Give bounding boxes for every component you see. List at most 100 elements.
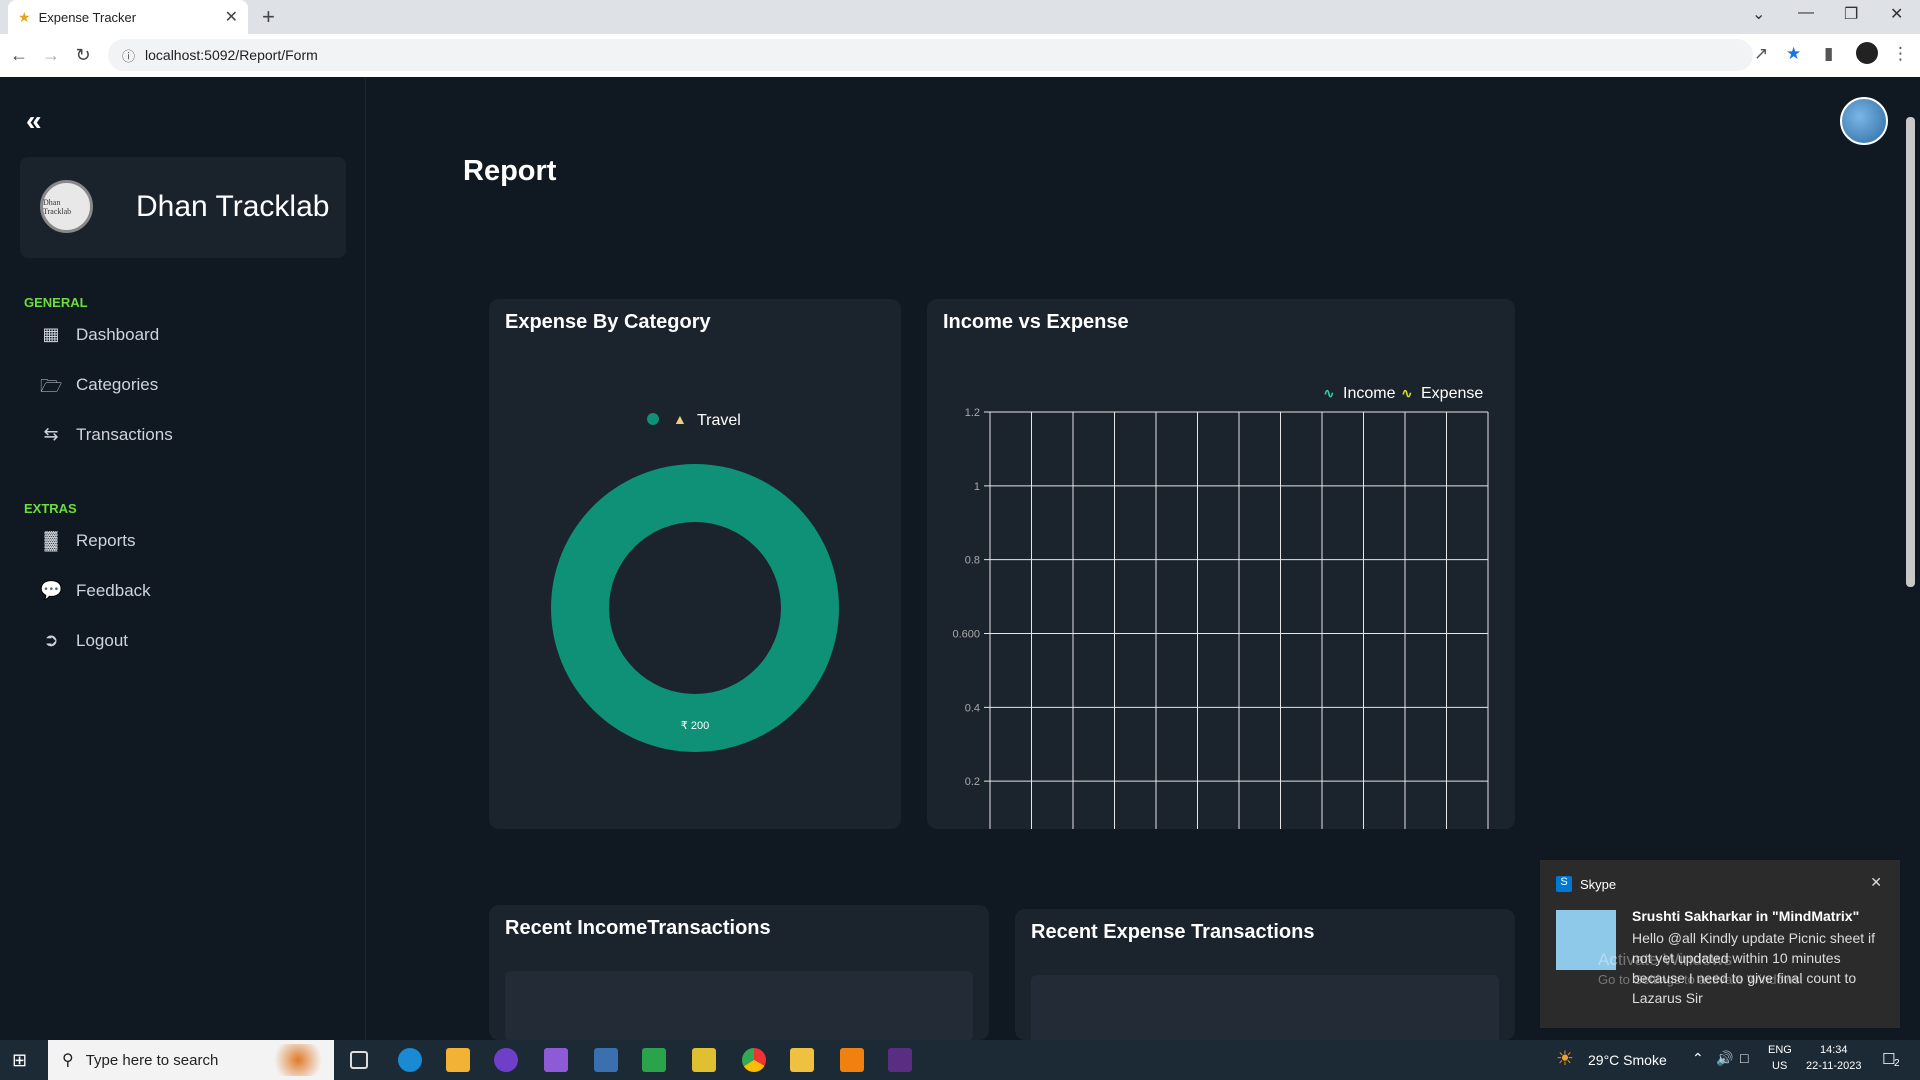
windows-start-icon[interactable]: ⊞: [12, 1050, 27, 1071]
y-tick-label: 0.600: [952, 629, 980, 641]
file-explorer-icon[interactable]: [790, 1048, 814, 1072]
page-title: Report: [463, 155, 557, 187]
sidebar: « Dhan Tracklab Dhan Tracklab GENERAL ▦ …: [0, 77, 366, 1040]
legend-marker: [647, 413, 659, 425]
back-icon[interactable]: ←: [6, 45, 32, 66]
legend-label-expense[interactable]: Expense: [1421, 385, 1483, 402]
sidebar-item-label: Categories: [76, 375, 159, 394]
y-tick-label: 1.2: [965, 407, 980, 419]
remote-desktop-icon[interactable]: [594, 1048, 618, 1072]
card-title: Recent Expense Transactions: [1031, 921, 1315, 943]
weather-icon: ☀: [1556, 1048, 1574, 1070]
collapse-sidebar-icon[interactable]: «: [26, 105, 42, 137]
folder-icon: 🗁: [40, 376, 63, 396]
tab-title: Expense Tracker: [38, 9, 137, 25]
expense-table: [1031, 975, 1499, 1045]
donut-chart: ▲ Travel ₹ 200: [551, 411, 839, 752]
task-view-icon[interactable]: [350, 1051, 368, 1069]
address-bar-row: ← → ↻ ⓘ localhost:5092/Report/Form ↗ ★ ▮…: [0, 34, 1920, 77]
close-toast-icon[interactable]: ✕: [1870, 874, 1882, 891]
sidebar-item-logout[interactable]: ➲ Logout: [40, 630, 128, 652]
section-extras: EXTRAS: [24, 501, 77, 516]
toast-sender: Srushti Sakharkar in "MindMatrix": [1632, 908, 1860, 924]
browser-tab[interactable]: ★ Expense Tracker ✕: [8, 0, 248, 34]
new-tab-button[interactable]: +: [262, 4, 275, 30]
restore-button[interactable]: ❐: [1844, 4, 1858, 24]
forward-icon[interactable]: →: [38, 45, 64, 66]
favicon-icon: ★: [18, 8, 31, 25]
legend-label-travel[interactable]: Travel: [697, 412, 741, 429]
scrollbar-thumb[interactable]: [1906, 117, 1915, 587]
chrome-icon[interactable]: [742, 1048, 766, 1072]
taskbar-search-box[interactable]: ⚲ Type here to search: [48, 1040, 334, 1080]
vlc-icon[interactable]: [840, 1048, 864, 1072]
info-icon[interactable]: ⓘ: [122, 46, 135, 65]
calendar-icon: ▦: [42, 324, 60, 344]
notepad-icon[interactable]: [642, 1048, 666, 1072]
sidebar-item-label: Dashboard: [76, 325, 160, 344]
sidebar-item-reports[interactable]: ▓ Reports: [40, 530, 136, 552]
clock-date[interactable]: 22-11-2023: [1806, 1060, 1861, 1072]
snipping-tool-icon[interactable]: [692, 1048, 716, 1072]
sidebar-item-categories[interactable]: 🗁 Categories: [40, 374, 158, 396]
taskbar-search-placeholder: Type here to search: [85, 1051, 219, 1069]
brand-logo: Dhan Tracklab: [40, 180, 93, 233]
menu-icon[interactable]: ⋮: [1892, 44, 1909, 64]
sidebar-item-label: Reports: [76, 531, 136, 550]
terminal-icon[interactable]: [888, 1048, 912, 1072]
card-title: Recent IncomeTransactions: [505, 917, 771, 939]
url-text: localhost:5092/Report/Form: [145, 47, 318, 63]
activate-windows-subtitle: Go to Settings to activate Windows.: [1598, 972, 1804, 987]
volume-icon[interactable]: 🔊: [1716, 1050, 1733, 1067]
income-table: [505, 971, 973, 1041]
sidebar-item-feedback[interactable]: 💬 Feedback: [40, 580, 151, 602]
y-tick-label: 1: [974, 481, 980, 493]
skype-notification[interactable]: S Skype ✕ Srushti Sakharkar in "MindMatr…: [1540, 860, 1900, 1028]
network-icon[interactable]: □: [1740, 1050, 1748, 1066]
recent-expense-card: Recent Expense Transactions: [1015, 909, 1515, 1045]
close-window-button[interactable]: ✕: [1890, 4, 1903, 24]
share-icon[interactable]: ↗: [1754, 44, 1768, 64]
line-chart: 00.20.40.6000.811.210-Nov11-Nov12-Nov13-…: [952, 385, 1489, 829]
sidebar-item-dashboard[interactable]: ▦ Dashboard: [40, 324, 159, 346]
logo-text: Dhan Tracklab: [43, 197, 72, 216]
brand-card: Dhan Tracklab Dhan Tracklab: [20, 157, 346, 258]
comments-icon: 💬: [40, 580, 63, 600]
skype-taskbar-icon[interactable]: [398, 1048, 422, 1072]
minimize-button[interactable]: —: [1798, 4, 1814, 22]
profile-icon[interactable]: [1856, 42, 1878, 64]
expense-by-category-card: Expense By Category ▲ Travel ₹ 200: [489, 299, 901, 829]
sidebar-item-label: Logout: [76, 631, 128, 650]
github-icon[interactable]: [494, 1048, 518, 1072]
pie-slice-travel[interactable]: [551, 464, 839, 752]
brand-name: Dhan Tracklab: [136, 190, 330, 223]
lang-primary[interactable]: ENG: [1768, 1044, 1792, 1056]
tab-search-icon[interactable]: ⌄: [1752, 4, 1765, 24]
legend-label-income[interactable]: Income: [1343, 385, 1396, 402]
data-label-travel: ₹ 200: [681, 720, 709, 732]
omnibox[interactable]: ⓘ localhost:5092/Report/Form: [108, 39, 1753, 71]
bar-chart-icon: ▓: [44, 530, 58, 550]
legend-icon-expense: ∿: [1401, 386, 1413, 402]
user-avatar[interactable]: [1840, 97, 1888, 145]
recent-income-card: Recent IncomeTransactions: [489, 905, 989, 1041]
income-vs-expense-card: Income vs Expense 00.20.40.6000.811.210-…: [927, 299, 1515, 829]
tray-chevron-icon[interactable]: ⌃: [1692, 1050, 1704, 1067]
taskbar: ⊞ ⚲ Type here to search ☀ 29°C Smoke ⌃ 🔊…: [0, 1040, 1920, 1080]
bookmark-star-icon[interactable]: ★: [1786, 44, 1801, 64]
y-tick-label: 0.8: [965, 555, 980, 567]
close-tab-icon[interactable]: ✕: [225, 7, 238, 27]
legend-emoji-icon: ▲: [673, 411, 687, 427]
sidebar-item-transactions[interactable]: ⇆ Transactions: [40, 424, 172, 446]
reload-icon[interactable]: ↻: [70, 45, 96, 66]
page-scrollbar[interactable]: [1902, 103, 1918, 1033]
legend-icon-income: ∿: [1323, 386, 1335, 402]
visual-studio-icon[interactable]: [544, 1048, 568, 1072]
outlook-icon[interactable]: [446, 1048, 470, 1072]
exchange-icon: ⇆: [43, 424, 59, 444]
weather-text[interactable]: 29°C Smoke: [1588, 1052, 1667, 1068]
side-panel-icon[interactable]: ▮: [1824, 44, 1833, 64]
clock-time[interactable]: 14:34: [1820, 1044, 1848, 1056]
section-general: GENERAL: [24, 295, 88, 310]
lang-secondary[interactable]: US: [1772, 1060, 1787, 1072]
